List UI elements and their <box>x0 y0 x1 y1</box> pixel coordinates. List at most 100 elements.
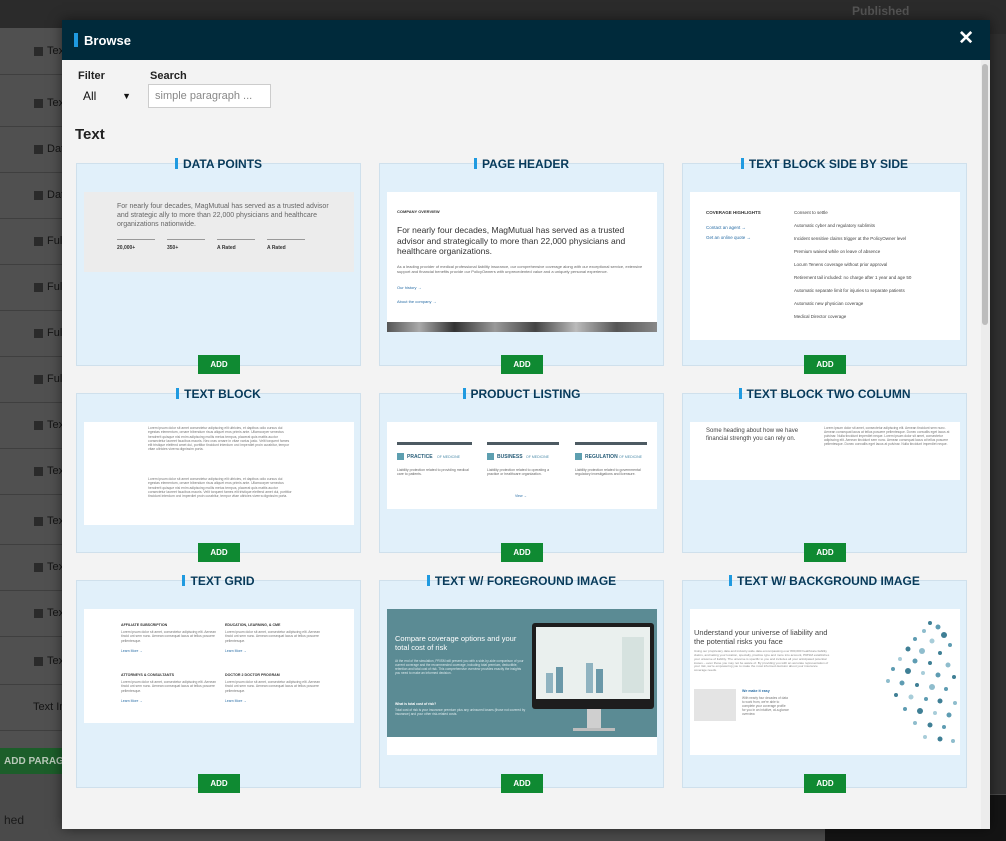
grid-cell-link: Learn More → <box>121 649 143 653</box>
add-button[interactable]: ADD <box>804 355 846 374</box>
background-row[interactable]: Dat <box>0 126 62 173</box>
add-button[interactable]: ADD <box>501 355 543 374</box>
card-title: PRODUCT LISTING <box>380 387 663 401</box>
background-row[interactable]: Tex <box>0 498 62 545</box>
monitor-illustration <box>532 623 654 709</box>
title-accent <box>426 575 430 586</box>
preview-headline: Compare coverage options and your total … <box>395 634 517 653</box>
card-preview: COMPANY OVERVIEW For nearly four decades… <box>387 192 657 332</box>
modal-scrollbar-thumb[interactable] <box>982 64 988 325</box>
stat-value: 350+ <box>167 245 179 251</box>
preview-link: Contact an agent → <box>706 225 747 230</box>
search-input[interactable] <box>148 84 271 108</box>
screen-bar <box>546 673 553 693</box>
background-row[interactable]: Tex <box>0 402 62 449</box>
background-row[interactable]: Full <box>0 218 62 265</box>
card-preview: AFFILIATE SUBSCRIPTION Lorem ipsum dolor… <box>84 609 354 723</box>
add-button[interactable]: ADD <box>198 355 240 374</box>
background-row[interactable]: Tex <box>0 80 62 127</box>
background-row[interactable]: Full <box>0 264 62 311</box>
image-icon <box>34 236 43 246</box>
screen-bar <box>586 663 593 693</box>
background-row[interactable]: Dat <box>0 172 62 219</box>
background-row[interactable]: Tex <box>0 590 62 637</box>
card-title: TEXT GRID <box>77 574 360 588</box>
card-preview: PRACTICE OF MEDICINE Liability protectio… <box>387 422 657 509</box>
grid-cell-body: Lorem ipsum dolor sit amet, consectetur … <box>225 630 320 643</box>
screen-panel <box>622 637 644 693</box>
text-icon <box>34 420 43 430</box>
text-icon <box>34 466 43 476</box>
caret-down-icon: ▼ <box>122 91 131 101</box>
grid-cell-link: Learn More → <box>225 649 247 653</box>
background-row[interactable]: Full <box>0 356 62 403</box>
product-link: View → <box>515 494 527 498</box>
preview-body: Using our proprietary data and industry-… <box>694 649 830 673</box>
screen-bar <box>556 667 563 693</box>
title-accent <box>182 575 186 586</box>
card-product-listing: PRODUCT LISTING PRACTICE OF MEDICINE Lia… <box>379 387 664 562</box>
grid-cell-link: Learn More → <box>225 699 247 703</box>
add-button[interactable]: ADD <box>804 774 846 793</box>
add-button[interactable]: ADD <box>198 774 240 793</box>
card-title: TEXT BLOCK SIDE BY SIDE <box>683 157 966 171</box>
card-text-background-image: TEXT W/ BACKGROUND IMAGE Understand your… <box>682 574 967 793</box>
stat-rule <box>117 239 155 240</box>
preview-headline: For nearly four decades, MagMutual has s… <box>397 225 626 257</box>
product-suffix: OF MEDICINE <box>619 455 642 459</box>
product-icon <box>487 453 494 460</box>
product-name: PRACTICE <box>407 454 433 460</box>
card-text-foreground-image: TEXT W/ FOREGROUND IMAGE Compare coverag… <box>379 574 664 793</box>
grid-cell-body: Lorem ipsum dolor sit amet, consectetur … <box>121 680 216 693</box>
grid-cell-heading: ATTORNEYS & CONSULTANTS <box>121 673 175 677</box>
filter-select[interactable]: All ▼ <box>77 84 137 108</box>
image-icon <box>34 282 43 292</box>
card-text-block-side-by-side: TEXT BLOCK SIDE BY SIDE COVERAGE HIGHLIG… <box>682 157 967 374</box>
preview-eyebrow: COMPANY OVERVIEW <box>397 209 440 214</box>
image-icon <box>34 328 43 338</box>
title-accent <box>729 575 733 586</box>
add-button[interactable]: ADD <box>198 543 240 562</box>
background-row[interactable]: Full <box>0 310 62 357</box>
preview-subbody: Total cost of risk is your insurance pre… <box>395 708 526 716</box>
background-row[interactable]: Tex <box>0 638 62 685</box>
monitor-stand <box>587 709 601 729</box>
preview-subhead: What is total cost of risk? <box>395 702 437 706</box>
background-row[interactable]: Tex <box>0 544 62 591</box>
dot-cloud-illustration <box>886 621 957 743</box>
title-accent <box>740 158 744 169</box>
product-icon <box>397 453 404 460</box>
text-icon <box>34 516 43 526</box>
stat-value: A Rated <box>217 245 236 251</box>
add-button[interactable]: ADD <box>804 543 846 562</box>
add-button[interactable]: ADD <box>501 543 543 562</box>
background-row[interactable]: Tex <box>0 448 62 495</box>
close-icon[interactable]: ✕ <box>958 29 974 49</box>
preview-body: At the end of the simulation, PRISM will… <box>395 659 524 675</box>
card-title: TEXT W/ FOREGROUND IMAGE <box>380 574 663 588</box>
preview-list-item: Automatic separate limit for injuries to… <box>794 288 905 293</box>
preview-paragraph: Lorem ipsum dolor sit amet, consectetur … <box>824 426 950 447</box>
published-label: Published <box>852 4 910 18</box>
product-rule <box>487 442 559 445</box>
preview-link: Get an online quote → <box>706 235 752 240</box>
preview-list-item: Automatic new physician coverage <box>794 301 864 306</box>
card-title: TEXT W/ BACKGROUND IMAGE <box>683 574 966 588</box>
add-paragraph-button[interactable]: ADD PARAGRA <box>0 748 64 774</box>
card-preview: Some heading about how we have financial… <box>690 422 960 480</box>
grid-cell-body: Lorem ipsum dolor sit amet, consectetur … <box>225 680 320 693</box>
stat-rule <box>267 239 305 240</box>
grid-icon <box>34 98 43 108</box>
preview-list-item: Medical Director coverage <box>794 314 847 319</box>
preview-list-item: Retirement tail included: no charge afte… <box>794 275 912 280</box>
background-row[interactable]: Text Im <box>0 684 62 731</box>
background-row[interactable]: Tex <box>0 28 62 75</box>
add-button[interactable]: ADD <box>501 774 543 793</box>
preview-list-item: Premium waived while on leave of absence <box>794 249 881 254</box>
preview-headline: Understand your universe of liability an… <box>694 628 828 647</box>
preview-photo-strip <box>387 322 657 332</box>
preview-intro: For nearly four decades, MagMutual has s… <box>117 203 329 228</box>
product-suffix: OF MEDICINE <box>526 455 549 459</box>
preview-paragraph: Lorem ipsum dolor sit amet consectetur a… <box>148 426 290 452</box>
preview-list-item: Incident sensitive claims trigger at the… <box>794 236 907 241</box>
